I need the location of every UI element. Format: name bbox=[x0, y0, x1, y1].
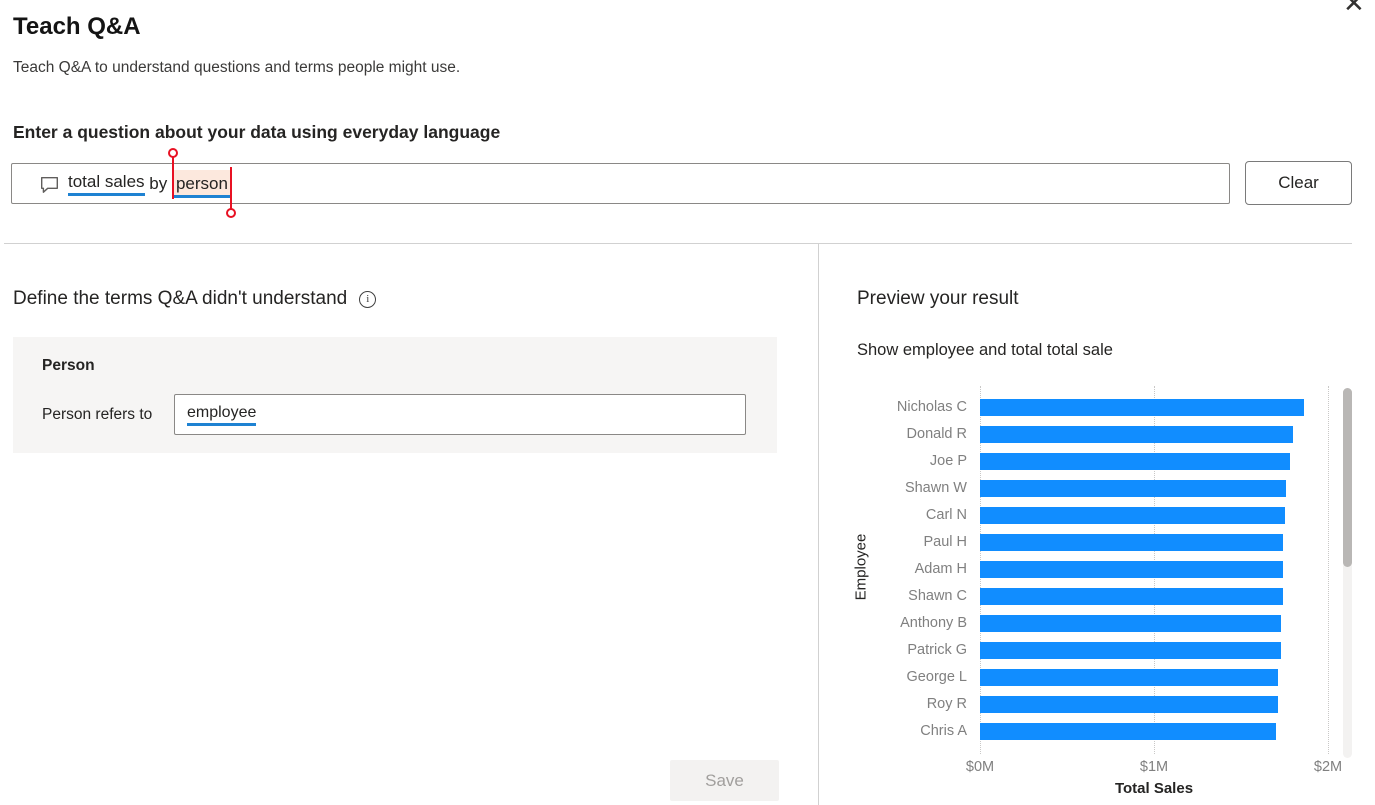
info-icon[interactable]: i bbox=[359, 290, 377, 308]
category-label: Roy R bbox=[926, 696, 967, 712]
bar[interactable] bbox=[980, 426, 1293, 443]
term-name: Person bbox=[42, 357, 95, 374]
x-axis-title: Total Sales bbox=[1114, 780, 1194, 797]
horizontal-divider bbox=[4, 243, 1352, 244]
x-axis-tick-label: $2M bbox=[1313, 759, 1343, 775]
bar[interactable] bbox=[980, 507, 1285, 524]
chart-row: Roy R bbox=[845, 696, 1365, 713]
x-axis-tick-label: $0M bbox=[965, 759, 995, 775]
chart-row: Chris A bbox=[845, 723, 1365, 740]
page-subtitle: Teach Q&A to understand questions and te… bbox=[13, 59, 461, 76]
bar[interactable] bbox=[980, 696, 1278, 713]
define-terms-heading: Define the terms Q&A didn't understand i bbox=[13, 288, 377, 310]
term-refers-label: Person refers to bbox=[42, 406, 153, 423]
teach-qa-dialog: ✕ Teach Q&A Teach Q&A to understand ques… bbox=[0, 0, 1375, 805]
question-input[interactable]: total sales by person bbox=[11, 147, 1230, 218]
category-label: Carl N bbox=[925, 507, 967, 523]
question-connector: by bbox=[144, 173, 172, 193]
chart-row: Anthony B bbox=[845, 615, 1365, 632]
preview-question-text: Show employee and total total sale bbox=[857, 341, 1113, 359]
bar[interactable] bbox=[980, 480, 1286, 497]
selection-grip-right-icon[interactable] bbox=[225, 166, 236, 218]
save-button[interactable]: Save bbox=[670, 760, 779, 801]
category-label: Shawn W bbox=[904, 480, 967, 496]
bar[interactable] bbox=[980, 561, 1283, 578]
chart-row: Carl N bbox=[845, 507, 1365, 524]
page-title: Teach Q&A bbox=[13, 13, 141, 40]
chart-row: Shawn W bbox=[845, 480, 1365, 497]
preview-heading: Preview your result bbox=[857, 288, 1019, 309]
preview-chart: Employee Total Sales $0M $1M $2M Nicholas C… bbox=[845, 386, 1365, 805]
close-icon[interactable]: ✕ bbox=[1343, 0, 1365, 16]
chart-row: Donald R bbox=[845, 426, 1365, 443]
x-axis-tick-label: $1M bbox=[1139, 759, 1169, 775]
chart-row: Joe P bbox=[845, 453, 1365, 470]
chart-row: Shawn C bbox=[845, 588, 1365, 605]
bar[interactable] bbox=[980, 642, 1281, 659]
category-label: Nicholas C bbox=[896, 399, 967, 415]
question-term-selected[interactable]: person bbox=[167, 147, 236, 218]
chart-row: Nicholas C bbox=[845, 399, 1365, 416]
category-label: Patrick G bbox=[907, 642, 967, 658]
chart-row: Paul H bbox=[845, 534, 1365, 551]
category-label: George L bbox=[906, 669, 967, 685]
bar[interactable] bbox=[980, 399, 1304, 416]
clear-button[interactable]: Clear bbox=[1245, 161, 1352, 205]
category-label: Joe P bbox=[929, 453, 967, 469]
bar[interactable] bbox=[980, 669, 1278, 686]
category-label: Adam H bbox=[914, 561, 967, 577]
category-label: Donald R bbox=[906, 426, 967, 442]
category-label: Anthony B bbox=[900, 615, 967, 631]
bar[interactable] bbox=[980, 615, 1281, 632]
category-label: Paul H bbox=[923, 534, 967, 550]
bar[interactable] bbox=[980, 453, 1290, 470]
vertical-divider bbox=[818, 244, 819, 805]
chart-row: Patrick G bbox=[845, 642, 1365, 659]
question-section-label: Enter a question about your data using e… bbox=[13, 122, 501, 142]
term-definition-input[interactable]: employee bbox=[174, 394, 746, 435]
term-definition-value: employee bbox=[187, 404, 257, 426]
term-definition-card: Person Person refers to employee bbox=[13, 337, 777, 453]
bar[interactable] bbox=[980, 588, 1283, 605]
category-label: Shawn C bbox=[908, 588, 967, 604]
selected-term-text: person bbox=[172, 169, 231, 198]
question-term-recognized[interactable]: total sales bbox=[68, 172, 145, 196]
selection-grip-left-icon[interactable] bbox=[167, 147, 178, 199]
chat-bubble-icon bbox=[40, 176, 59, 194]
define-terms-heading-text: Define the terms Q&A didn't understand bbox=[13, 288, 348, 309]
bar[interactable] bbox=[980, 723, 1276, 740]
chart-row: Adam H bbox=[845, 561, 1365, 578]
chart-row: George L bbox=[845, 669, 1365, 686]
bar[interactable] bbox=[980, 534, 1283, 551]
category-label: Chris A bbox=[920, 723, 967, 739]
